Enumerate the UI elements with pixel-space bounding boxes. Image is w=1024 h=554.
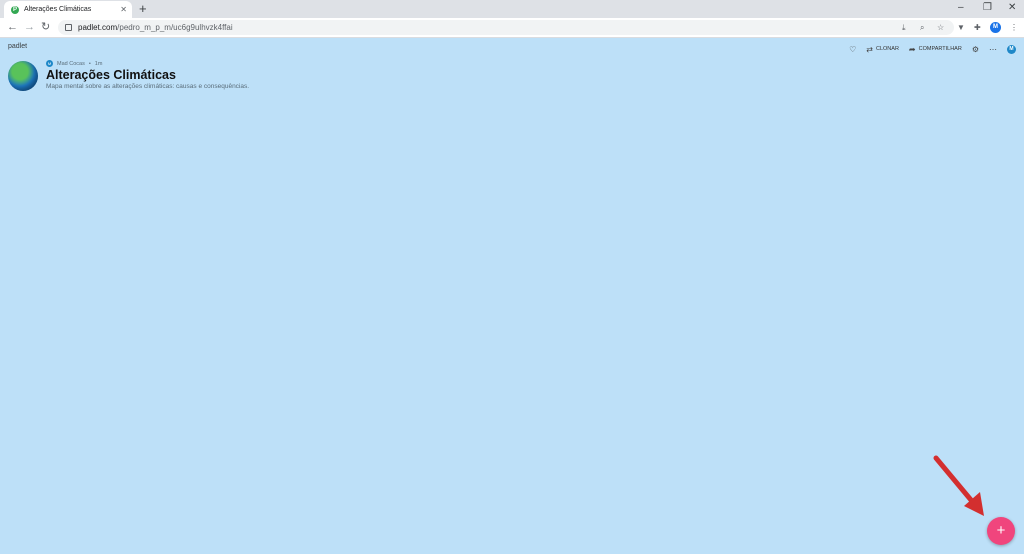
reload-icon[interactable]: ↻ — [41, 19, 50, 36]
lock-icon — [65, 24, 72, 31]
url-text: padlet.com/pedro_m_p_m/uc6g9ulhvzk4ffai — [78, 23, 233, 32]
browser-menu-icon[interactable]: ⋮ — [1010, 21, 1018, 34]
address-bar[interactable]: padlet.com/pedro_m_p_m/uc6g9ulhvzk4ffai … — [58, 20, 954, 35]
close-window-icon[interactable]: ✕ — [1008, 1, 1016, 15]
earth-globe-icon — [8, 61, 38, 91]
bookmark-star-icon[interactable]: ☆ — [937, 20, 944, 35]
minimize-icon[interactable]: – — [958, 1, 964, 15]
wall-actions: ♡ ⇄ CLONAR ➦ COMPARTILHAR ⚙ ⋯ M — [849, 44, 1016, 54]
restore-icon[interactable]: ❐ — [983, 1, 992, 15]
more-options-icon[interactable]: ⋯ — [989, 45, 997, 54]
browser-toolbar: ← → ↻ padlet.com/pedro_m_p_m/uc6g9ulhvzk… — [0, 18, 1024, 38]
wall-subtitle: Mapa mental sobre as alterações climátic… — [46, 83, 250, 90]
close-tab-icon[interactable]: ✕ — [120, 5, 127, 14]
back-arrow-icon[interactable]: ← — [7, 19, 18, 36]
settings-gear-icon[interactable]: ⚙ — [972, 45, 979, 54]
tab-title: Alterações Climáticas — [24, 6, 92, 13]
download-icon[interactable]: ⤓ — [902, 20, 906, 35]
new-tab-button[interactable]: + — [139, 1, 147, 17]
padlet-favicon-icon: P — [11, 5, 19, 14]
forward-arrow-icon[interactable]: → — [24, 19, 35, 36]
red-arrow-icon — [933, 455, 984, 516]
author-avatar: M — [46, 60, 53, 67]
extension-filter-icon[interactable]: ▼ — [957, 21, 965, 34]
author-name: Mad Cocas — [57, 60, 85, 67]
tab-padlet[interactable]: P Alterações Climáticas ✕ — [4, 1, 132, 18]
share-icon: ➦ — [908, 44, 916, 54]
clone-button[interactable]: ⇄ CLONAR — [866, 45, 899, 54]
padlet-logo[interactable]: padlet — [8, 43, 27, 50]
user-avatar[interactable]: M — [1007, 44, 1016, 54]
tab-strip: P Alterações Climáticas ✕ + – ❐ ✕ — [0, 0, 1024, 18]
share-label: COMPARTILHAR — [918, 46, 962, 52]
wall-title: Alterações Climáticas — [46, 68, 176, 82]
heart-icon[interactable]: ♡ — [849, 45, 856, 54]
share-button[interactable]: ➦ COMPARTILHAR — [909, 45, 962, 54]
clone-label: CLONAR — [876, 46, 899, 52]
clone-icon: ⇄ — [866, 44, 873, 54]
separator-dot: • — [88, 60, 91, 67]
zoom-icon[interactable]: ⌕ — [920, 20, 924, 35]
author-row: M Mad Cocas • 1m — [46, 60, 102, 67]
add-post-button[interactable]: + — [987, 517, 1015, 545]
extensions-puzzle-icon[interactable]: ✚ — [974, 21, 981, 34]
profile-avatar[interactable]: M — [990, 22, 1001, 33]
post-time: 1m — [94, 60, 103, 67]
